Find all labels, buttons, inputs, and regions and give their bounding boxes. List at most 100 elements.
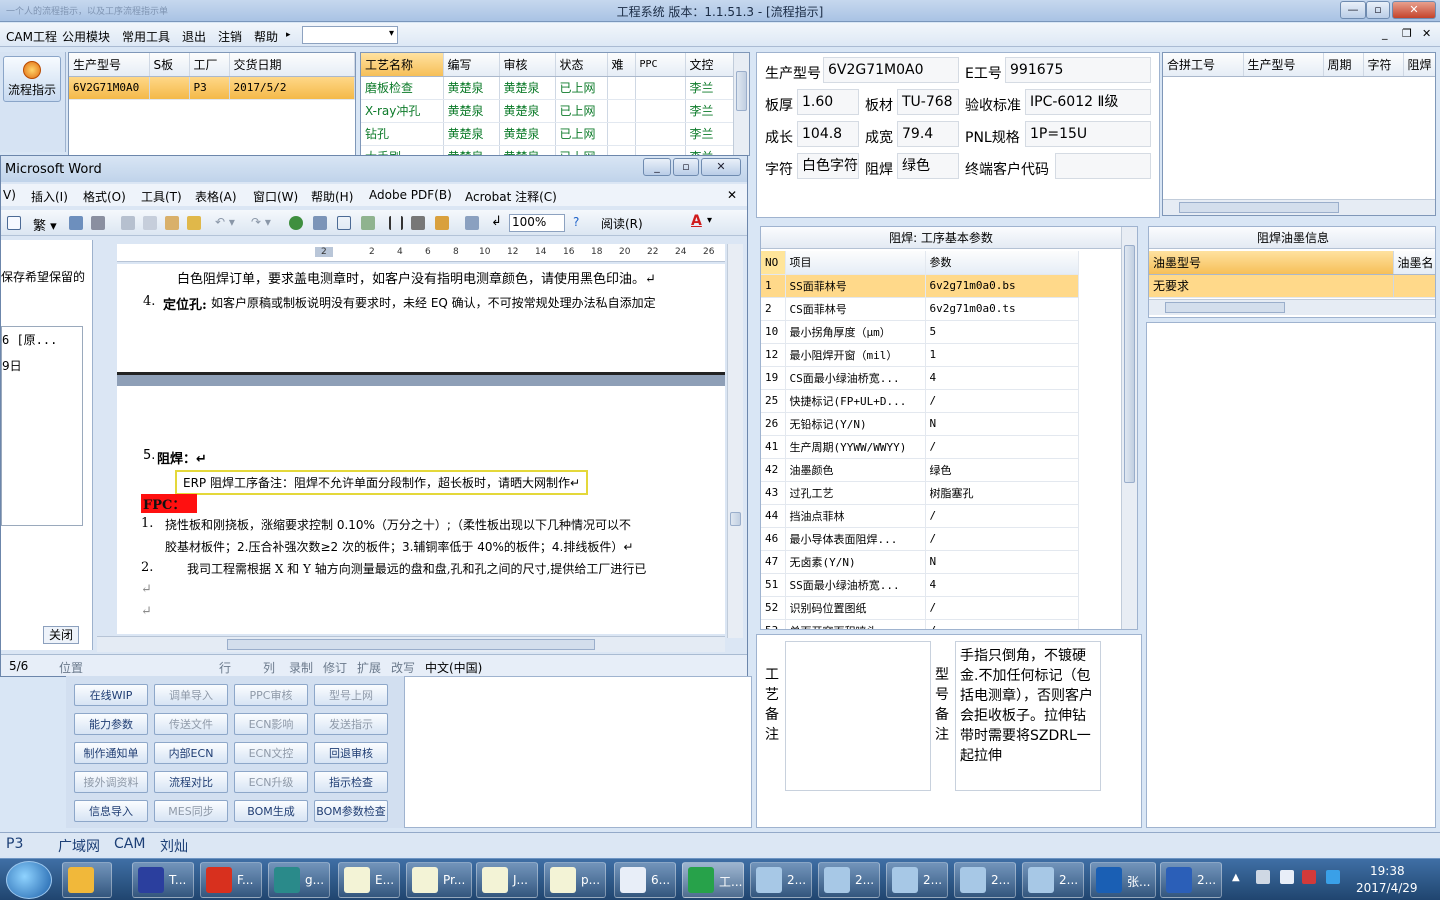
tray-feather-icon[interactable] [1326,870,1340,884]
show-hide-icon[interactable] [465,216,479,230]
undo-icon[interactable]: ↶ ▾ [215,215,235,229]
menu-cam[interactable]: CAM工程 [6,28,57,45]
taskbar-app[interactable]: 2... [886,862,948,898]
hyperlink-icon[interactable] [289,216,303,230]
tables-borders-icon[interactable] [313,216,327,230]
maximize-button[interactable]: ▫ [1366,1,1390,19]
merge-table-hscroll[interactable] [1163,199,1435,215]
internal-ecn-button[interactable]: 内部ECN [154,742,228,764]
word-menu-view[interactable]: V) [3,188,16,202]
word-minimize-button[interactable]: _ [643,158,671,176]
col-model[interactable]: 生产型号 [69,53,150,77]
close-button[interactable]: ✕ [1392,1,1436,19]
tray-network-icon[interactable] [1256,870,1270,884]
menu-logout[interactable]: 注销 [218,28,242,45]
format-painter-icon[interactable] [187,216,201,230]
mes-sync-button[interactable]: MES同步 [154,800,228,822]
word-menu-acrobat[interactable]: Acrobat 注释(C) [465,188,557,205]
table-row[interactable]: 26 无铅标记(Y/N) N [761,412,1079,436]
taskbar-app[interactable]: E... [338,862,400,898]
menu-tools[interactable]: 常用工具 [122,28,170,45]
table-row[interactable]: 6V2G71M0A0 P3 2017/5/2 [69,76,355,100]
col-factory[interactable]: 工厂 [189,53,230,77]
ppc-review-button[interactable]: PPC审核 [234,684,308,706]
col-ink-model[interactable]: 油墨型号 [1149,251,1394,275]
col-merge-no[interactable]: 合拼工号 [1163,53,1244,77]
ecn-upgrade-button[interactable]: ECN升级 [234,771,308,793]
col-s-board[interactable]: S板 [149,53,190,77]
col-ppc[interactable]: PPC [635,53,686,77]
taskbar-app[interactable]: 2... [818,862,880,898]
table-row[interactable]: 46 最小导体表面阻焊... / [761,527,1079,551]
col-process-name[interactable]: 工艺名称 [361,53,444,77]
table-row[interactable]: 42 油墨颜色 绿色 [761,458,1079,482]
mdi-minimize-icon[interactable]: _ [1382,27,1388,40]
pilcrow-icon[interactable]: ↲ [491,214,502,229]
word-menu-help[interactable]: 帮助(H) [311,188,353,205]
research-icon[interactable] [91,216,105,230]
word-menu-window[interactable]: 窗口(W) [253,188,298,205]
word-close-button[interactable]: ✕ [701,158,741,176]
taskbar-app-active[interactable]: 工... [682,862,744,898]
tray-expand-icon[interactable]: ▲ [1232,872,1240,883]
taskbar-app[interactable]: p... [544,862,606,898]
menu-exit[interactable]: 退出 [182,28,206,45]
traditional-convert-icon[interactable]: 繁 ▾ [33,215,57,234]
taskbar-app[interactable]: F... [200,862,262,898]
taskbar-app[interactable]: Pr... [406,862,472,898]
table-row[interactable]: 52 识别码位置图纸 / [761,596,1079,620]
insert-table-icon[interactable] [337,216,351,230]
zoom-select[interactable]: 100% [509,214,565,232]
table-row[interactable]: 无要求 [1149,274,1435,298]
taskbar-app[interactable] [62,862,112,898]
tray-monitor-icon[interactable] [1280,870,1294,884]
table-row[interactable]: 1 SS面菲林号 6v2g71m0a0.bs [761,274,1079,298]
minimize-button[interactable]: — [1340,1,1366,19]
process-table-scrollbar[interactable] [733,53,749,155]
menu-more[interactable]: ▸ [286,30,291,40]
taskbar-app[interactable]: 2... [1022,862,1084,898]
col-param[interactable]: 参数 [925,251,1079,275]
bom-param-check-button[interactable]: BOM参数检查 [314,800,388,822]
taskbar-app[interactable]: J... [476,862,538,898]
list-item[interactable]: 6 [原... [2,331,57,348]
flow-compare-button[interactable]: 流程对比 [154,771,228,793]
menu-common-modules[interactable]: 公用模块 [62,28,110,45]
columns-icon[interactable] [389,216,403,230]
send-instruction-button[interactable]: 发送指示 [314,713,388,735]
mdi-close-icon[interactable]: ✕ [1422,27,1431,40]
redo-icon[interactable]: ↷ ▾ [251,215,271,229]
word-menu-tools[interactable]: 工具(T) [141,188,182,205]
taskbar-app[interactable]: 2... [750,862,812,898]
font-color-icon[interactable]: A [691,213,702,229]
table-row[interactable]: 磨板检查 黄楚泉 黄楚泉 已上网 李兰 [361,76,735,100]
online-wip-button[interactable]: 在线WIP [74,684,148,706]
insert-excel-icon[interactable] [361,216,375,230]
col-delivery-date[interactable]: 交货日期 [229,53,355,77]
table-row[interactable]: 12 最小阻焊开窗（mil） 1 [761,343,1079,367]
word-menu-adobe-pdf[interactable]: Adobe PDF(B) [369,188,452,202]
table-row[interactable]: 43 过孔工艺 树脂塞孔 [761,481,1079,505]
col-ink-name[interactable]: 油墨名 [1393,251,1435,275]
list-item[interactable]: 9日 [2,357,22,374]
word-vertical-scrollbar[interactable] [727,244,743,638]
read-mode-button[interactable]: 阅读(R) [601,215,643,232]
convert-icon[interactable] [69,216,83,230]
word-horizontal-scrollbar[interactable] [97,636,725,652]
table-row[interactable]: 51 SS面最小绿油桥宽... 4 [761,573,1079,597]
process-note-field[interactable] [785,641,931,791]
side-pane-list[interactable]: 6 [原... 9日 [1,326,83,526]
flow-indicator-button[interactable]: 流程指示 [3,56,61,102]
table-row[interactable]: 25 快捷标记(FP+UL+D... / [761,389,1079,413]
table-row[interactable]: X-ray冲孔 黄楚泉 黄楚泉 已上网 李兰 [361,99,735,123]
menu-help[interactable]: 帮助 [254,28,278,45]
table-row[interactable]: 10 最小拐角厚度（μm） 5 [761,320,1079,344]
ecn-doc-control-button[interactable]: ECN文控 [234,742,308,764]
col-mask[interactable]: 阻焊 [1403,53,1435,77]
taskbar-app[interactable]: T... [132,862,194,898]
mdi-restore-icon[interactable]: ❐ [1402,27,1412,40]
col-status[interactable]: 状态 [555,53,608,77]
col-difficulty[interactable]: 难 [607,53,636,77]
word-document[interactable]: 白色阻焊订单，要求盖电测章时，如客户没有指明电测章颜色，请使用黑色印油。↵ 4.… [117,264,725,634]
word-menu-table[interactable]: 表格(A) [195,188,237,205]
